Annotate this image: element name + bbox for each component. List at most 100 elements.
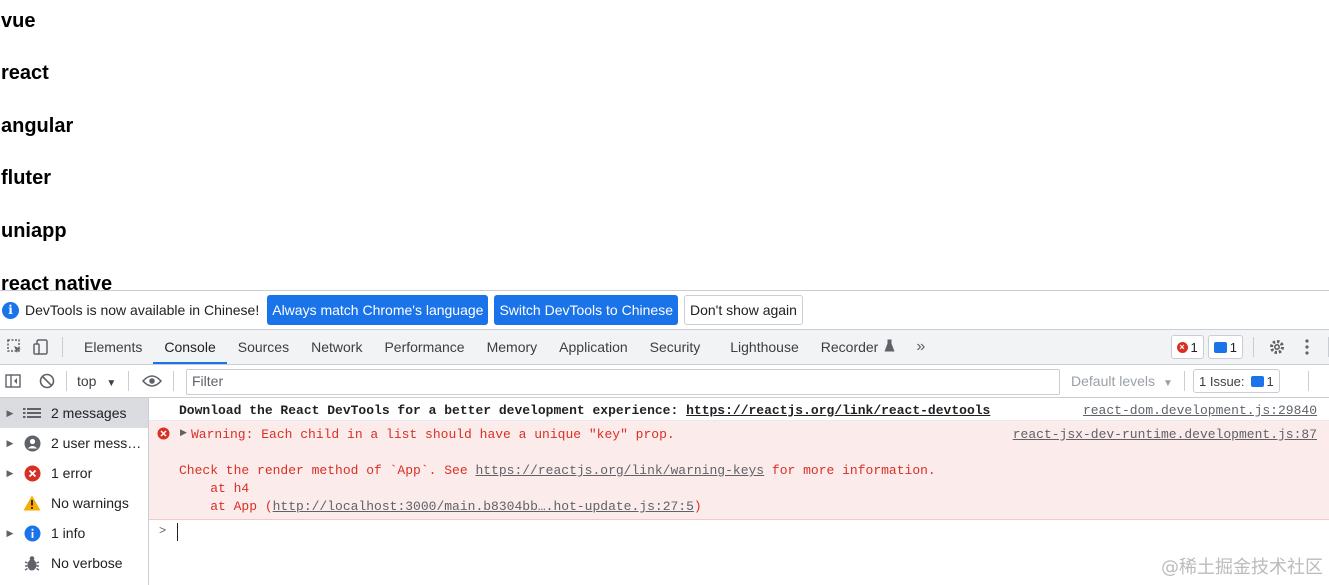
- always-match-language-button[interactable]: Always match Chrome's language: [267, 295, 489, 325]
- sidebar-item-messages[interactable]: ▶ 2 messages: [0, 398, 148, 428]
- log-text: Download the React DevTools for a better…: [179, 403, 687, 418]
- sidebar-item-label: 2 user mess…: [51, 435, 142, 451]
- divider: [128, 371, 130, 391]
- dont-show-again-button[interactable]: Don't show again: [683, 295, 803, 325]
- inspect-element-icon[interactable]: [4, 336, 26, 358]
- filter-field[interactable]: [186, 369, 1060, 395]
- tabbar-right: × 1 1: [1170, 330, 1329, 364]
- expand-arrow-icon: ▶: [6, 527, 14, 538]
- error-detail-text: for more information.: [764, 463, 936, 478]
- expand-arrow-icon: ▶: [6, 467, 14, 478]
- sidebar-item-verbose[interactable]: No verbose: [0, 548, 148, 578]
- kebab-menu-icon[interactable]: [1296, 336, 1318, 358]
- error-count: 1: [1190, 339, 1198, 355]
- sidebar-toggle-icon[interactable]: [2, 370, 24, 392]
- context-selector[interactable]: top ▼: [77, 373, 116, 389]
- tab-performance[interactable]: Performance: [373, 330, 475, 364]
- stack-frame-text: ): [693, 499, 702, 514]
- stack-frame-app: at App (http://localhost:3000/main.b8304…: [179, 499, 702, 514]
- hot-update-link[interactable]: http://localhost:3000/main.b8304bb….hot-…: [273, 499, 694, 514]
- sidebar-item-label: No warnings: [51, 495, 129, 511]
- tab-lighthouse[interactable]: Lighthouse: [719, 330, 810, 364]
- message-counter[interactable]: 1: [1207, 335, 1243, 359]
- switch-to-chinese-button[interactable]: Switch DevTools to Chinese: [494, 295, 678, 325]
- page-content: vue react angular fluter uniapp react na…: [0, 0, 1329, 290]
- heading-angular: angular: [1, 115, 74, 137]
- context-value: top: [77, 373, 97, 389]
- sidebar-item-label: 1 info: [51, 525, 86, 541]
- error-detail-text: Check the render method of `App`. See: [179, 463, 476, 478]
- tab-sources[interactable]: Sources: [227, 330, 300, 364]
- gear-icon[interactable]: [1266, 336, 1288, 358]
- tab-network[interactable]: Network: [300, 330, 373, 364]
- sidebar-item-errors[interactable]: ▶ 1 error: [0, 458, 148, 488]
- issues-count: 1: [1266, 373, 1274, 389]
- watermark: @稀土掘金技术社区: [1161, 557, 1323, 578]
- divider: [1253, 337, 1254, 357]
- expand-arrow-icon: ▶: [6, 407, 14, 418]
- error-detail-line: Check the render method of `App`. See ht…: [179, 463, 936, 478]
- expand-arrow-icon[interactable]: ▶: [180, 428, 187, 438]
- console-filterbar: top ▼ Default levels ▼ 1 Issue: 1: [0, 365, 1329, 398]
- error-icon: [157, 427, 170, 444]
- stack-frame-h4: at h4: [179, 481, 250, 496]
- devtools-panel: i DevTools is now available in Chinese! …: [0, 290, 1329, 585]
- log-source-link[interactable]: react-dom.development.js:29840: [1083, 403, 1317, 418]
- console-log-row: Download the React DevTools for a better…: [149, 398, 1329, 421]
- flask-icon: [884, 330, 895, 364]
- heading-uniapp: uniapp: [1, 220, 67, 242]
- bug-icon: [23, 554, 41, 572]
- issues-label: 1 Issue:: [1199, 373, 1245, 389]
- tab-security[interactable]: Security: [639, 330, 712, 364]
- sidebar-item-label: No verbose: [51, 555, 123, 571]
- error-icon: [23, 464, 41, 482]
- react-devtools-link[interactable]: https://reactjs.org/link/react-devtools: [686, 403, 990, 418]
- stack-frame-text: at App (: [179, 499, 273, 514]
- warning-icon: [23, 494, 41, 512]
- dropdown-arrow-icon: ▼: [106, 378, 117, 389]
- error-source-link[interactable]: react-jsx-dev-runtime.development.js:87: [1013, 427, 1317, 442]
- warning-keys-link[interactable]: https://reactjs.org/link/warning-keys: [475, 463, 764, 478]
- sidebar-item-info[interactable]: ▶ 1 info: [0, 518, 148, 548]
- eye-icon[interactable]: [141, 370, 163, 392]
- tab-elements[interactable]: Elements: [73, 330, 153, 364]
- sidebar-item-label: 1 error: [51, 465, 93, 481]
- error-counter[interactable]: × 1: [1170, 335, 1204, 359]
- divider: [66, 371, 67, 391]
- divider: [1308, 371, 1309, 391]
- divider: [173, 371, 175, 391]
- console-sidebar: ▶ 2 messages ▶ 2 user mess… ▶ 1 error No…: [0, 398, 149, 585]
- log-levels-label: Default levels: [1071, 373, 1156, 389]
- clear-console-icon[interactable]: [36, 370, 58, 392]
- message-count: 1: [1229, 339, 1237, 355]
- dropdown-arrow-icon: ▼: [1162, 378, 1173, 389]
- tab-application[interactable]: Application: [548, 330, 639, 364]
- filter-input[interactable]: [187, 370, 1057, 392]
- console-input-caret[interactable]: [177, 523, 178, 541]
- heading-vue: vue: [1, 10, 36, 32]
- infobar-message: DevTools is now available in Chinese!: [25, 302, 260, 318]
- info-icon: i: [2, 301, 19, 319]
- list-icon: [23, 404, 41, 422]
- issues-button[interactable]: 1 Issue: 1: [1193, 369, 1280, 393]
- log-message: Download the React DevTools for a better…: [179, 403, 990, 418]
- divider: [62, 337, 63, 357]
- heading-fluter: fluter: [1, 167, 51, 189]
- log-levels-dropdown[interactable]: Default levels ▼: [1071, 373, 1173, 389]
- error-message: Warning: Each child in a list should hav…: [191, 427, 675, 442]
- expand-arrow-icon: ▶: [6, 437, 14, 448]
- sidebar-item-user-messages[interactable]: ▶ 2 user mess…: [0, 428, 148, 458]
- issue-icon: [1250, 375, 1264, 387]
- devtools-tabbar: Elements Console Sources Network Performance…: [0, 330, 1329, 365]
- more-tabs-icon[interactable]: »: [906, 330, 935, 364]
- console-prompt-chevron-icon: >: [159, 524, 167, 538]
- tab-memory[interactable]: Memory: [476, 330, 549, 364]
- sidebar-item-warnings[interactable]: No warnings: [0, 488, 148, 518]
- device-toolbar-icon[interactable]: [30, 336, 52, 358]
- tab-console[interactable]: Console: [153, 330, 228, 364]
- console-messages: Download the React DevTools for a better…: [149, 398, 1329, 585]
- tab-recorder[interactable]: Recorder: [810, 330, 907, 364]
- divider: [1184, 371, 1185, 391]
- message-icon: [1213, 341, 1227, 353]
- error-icon: ×: [1176, 341, 1188, 353]
